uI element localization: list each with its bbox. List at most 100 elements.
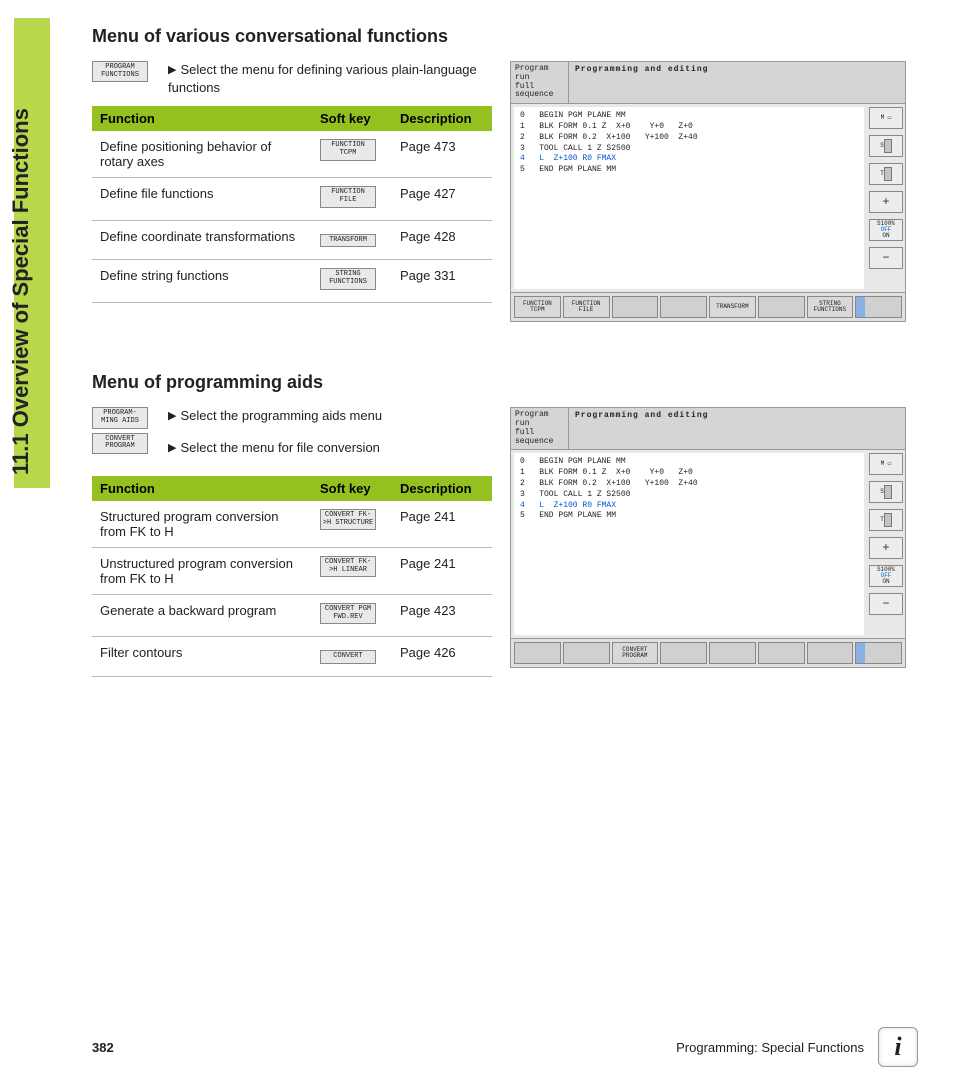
scr-mode: Program run full sequence [511,62,569,103]
softkey-programming-aids: PROGRAM- MING AIDS [92,407,148,428]
ctrl-minus[interactable] [869,593,903,615]
cell-softkey: TRANSFORM [312,220,392,260]
softkey-empty [855,642,902,664]
softkey-chip: CONVERT PGM FWD.REV [320,603,376,624]
side-chapter-title: 11.1 Overview of Special Functions [8,108,34,475]
softkey-program-functions: PROGRAM FUNCTIONS [92,61,148,82]
cell-softkey: FUNCTION TCPM [312,131,392,178]
table-row: Define positioning behavior of rotary ax… [92,131,492,178]
softkey-convert-program[interactable]: CONVERT PROGRAM [612,642,659,664]
nc-code-listing: 0 BEGIN PGM PLANE MM1 BLK FORM 0.1 Z X+0… [514,453,864,635]
ctrl-m[interactable]: M ▭ [869,107,903,129]
section2-intro-2: ▶Select the menu for file conversion [168,439,492,457]
ctrl-s[interactable]: S [869,135,903,157]
page-number: 382 [92,1040,114,1055]
table-row: Define file functions FUNCTION FILE Page 4… [92,178,492,220]
softkey-empty [660,296,707,318]
ctrl-m[interactable]: M ▭ [869,453,903,475]
softkey-row-2: CONVERT PROGRAM [511,638,905,667]
side-controls: M ▭ S T S100%OFF ON [867,450,905,638]
cell-softkey: FUNCTION FILE [312,178,392,220]
cell-description: Page 428 [392,220,492,260]
ctrl-plus[interactable] [869,191,903,213]
softkey-function-tcpm[interactable]: FUNCTION TCPM [514,296,561,318]
cell-description: Page 426 [392,637,492,677]
softkey-empty [514,642,561,664]
table-row: Filter contoursCONVERTPage 426 [92,637,492,677]
arrow-icon: ▶ [168,442,176,454]
table-row: Structured program conversion from FK to… [92,501,492,548]
softkey-empty [709,642,756,664]
cell-description: Page 331 [392,260,492,302]
cell-function: Define coordinate transformations [92,220,312,260]
softkey-transform[interactable]: TRANSFORM [709,296,756,318]
cell-function: Define string functions [92,260,312,302]
ctrl-s100[interactable]: S100%OFF ON [869,565,903,587]
softkey-empty [758,642,805,664]
softkey-chip: CONVERT FK->H STRUCTURE [320,509,376,530]
ctrl-s[interactable]: S [869,481,903,503]
ctrl-s100[interactable]: S100%OFF ON [869,219,903,241]
screenshot-1: Program run full sequence Programming an… [510,61,906,322]
softkey-row-1: FUNCTION TCPMFUNCTION FILE TRANSFORM STRIN… [511,292,905,321]
th-description: Description [392,476,492,501]
scr-title: Programming and editing [569,408,905,449]
nc-code-listing: 0 BEGIN PGM PLANE MM1 BLK FORM 0.1 Z X+0… [514,107,864,289]
page-footer: 382 Programming: Special Functions i [92,1027,918,1067]
softkey-chip: TRANSFORM [320,234,376,248]
cell-softkey: CONVERT FK->H LINEAR [312,547,392,594]
softkey-empty [660,642,707,664]
table-row: Define coordinate transformations TRANSFO… [92,220,492,260]
softkey-empty [612,296,659,318]
arrow-icon: ▶ [168,410,176,422]
scr-title: Programming and editing [569,62,905,103]
softkey-empty [758,296,805,318]
cell-description: Page 427 [392,178,492,220]
th-softkey: Soft key [312,106,392,131]
ctrl-minus[interactable] [869,247,903,269]
section2-intro-1: ▶Select the programming aids menu [168,407,492,425]
th-description: Description [392,106,492,131]
cell-function: Unstructured program conversion from FK … [92,547,312,594]
cell-function: Define file functions [92,178,312,220]
softkey-function-file[interactable]: FUNCTION FILE [563,296,610,318]
softkey-empty [807,642,854,664]
cell-function: Generate a backward program [92,594,312,636]
table-row: Define string functionsSTRING FUNCTIONSP… [92,260,492,302]
cell-description: Page 473 [392,131,492,178]
footer-chapter: Programming: Special Functions [676,1040,864,1055]
table-row: Generate a backward program CONVERT PGM F… [92,594,492,636]
ctrl-plus[interactable] [869,537,903,559]
screenshot-2: Program run full sequence Programming an… [510,407,906,668]
th-function: Function [92,106,312,131]
table-row: Unstructured program conversion from FK … [92,547,492,594]
softkey-string-functions[interactable]: STRING FUNCTIONS [807,296,854,318]
table-conversational-functions: Function Soft key Description Define pos… [92,106,492,302]
cell-description: Page 241 [392,501,492,548]
arrow-icon: ▶ [168,64,176,76]
ctrl-t[interactable]: T [869,163,903,185]
softkey-empty [855,296,902,318]
section1-heading: Menu of various conversational functions [92,26,918,47]
scr-mode: Program run full sequence [511,408,569,449]
th-function: Function [92,476,312,501]
info-icon: i [878,1027,918,1067]
softkey-empty [563,642,610,664]
softkey-chip: FUNCTION FILE [320,186,376,207]
ctrl-t[interactable]: T [869,509,903,531]
cell-function: Structured program conversion from FK to… [92,501,312,548]
cell-function: Filter contours [92,637,312,677]
side-controls: M ▭ S T S100%OFF ON [867,104,905,292]
softkey-convert-program: CONVERT PROGRAM [92,433,148,454]
cell-function: Define positioning behavior of rotary ax… [92,131,312,178]
softkey-chip: FUNCTION TCPM [320,139,376,160]
section2-heading: Menu of programming aids [92,372,918,393]
cell-softkey: CONVERT [312,637,392,677]
section1-intro: ▶Select the menu for defining various pl… [168,61,492,96]
cell-description: Page 423 [392,594,492,636]
softkey-chip: CONVERT FK->H LINEAR [320,556,376,577]
th-softkey: Soft key [312,476,392,501]
cell-softkey: CONVERT FK->H STRUCTURE [312,501,392,548]
cell-description: Page 241 [392,547,492,594]
cell-softkey: CONVERT PGM FWD.REV [312,594,392,636]
